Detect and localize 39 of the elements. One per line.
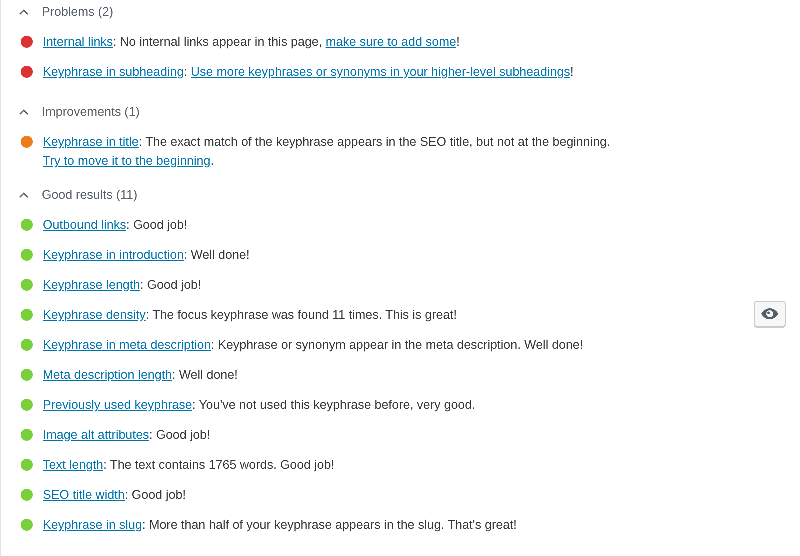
result-link[interactable]: Keyphrase in title: [43, 135, 139, 149]
result-link[interactable]: Internal links: [43, 35, 114, 49]
chevron-up-icon: [19, 192, 29, 198]
result-link[interactable]: Try to move it to the beginning: [43, 154, 211, 168]
result-text: Previously used keyphrase: You've not used this keyphrase before, very good.: [43, 397, 477, 414]
result-link[interactable]: SEO title width: [43, 488, 125, 502]
result-text: Keyphrase in slug: More than half of your keyphrase appears in the slug. That's great!: [43, 517, 518, 534]
result-link[interactable]: make sure to add some: [326, 35, 456, 49]
highlight-button[interactable]: [754, 301, 786, 327]
result-text: SEO title width: Good job!: [43, 487, 188, 504]
result-link[interactable]: Keyphrase density: [43, 308, 146, 322]
result-text: Outbound links: Good job!: [43, 217, 189, 234]
result-text: Image alt attributes: Good job!: [43, 427, 212, 444]
eye-icon: [761, 308, 779, 320]
result-link[interactable]: Keyphrase length: [43, 278, 140, 292]
result-link[interactable]: Keyphrase in slug: [43, 518, 142, 532]
result-text: Keyphrase in title: The exact match of the keyphrase appears in the SEO title, but not at the beginning. Try to move it to the beginning.: [43, 134, 612, 170]
result-link[interactable]: Image alt attributes: [43, 428, 150, 442]
result-text: Internal links: No internal links appear in this page, make sure to add some!: [43, 34, 461, 51]
section-toggle[interactable]: Good results (11): [1, 185, 138, 205]
chevron-up-icon: [19, 9, 29, 15]
result-link[interactable]: Text length: [43, 458, 104, 472]
result-text: Keyphrase length: Good job!: [43, 277, 202, 294]
result-text: Meta description length: Well done!: [43, 367, 240, 384]
result-link[interactable]: Keyphrase in meta description: [43, 338, 212, 352]
result-text: Keyphrase in meta description: Keyphrase or synonym appear in the meta description. Well done!: [43, 337, 584, 354]
result-link[interactable]: Meta description length: [43, 368, 172, 382]
result-link[interactable]: Keyphrase in introduction: [43, 248, 184, 262]
result-link[interactable]: Previously used keyphrase: [43, 398, 192, 412]
result-link[interactable]: Outbound links: [43, 218, 126, 232]
result-text: Keyphrase in introduction: Well done!: [43, 247, 251, 264]
result-text: Text length: The text contains 1765 words. Good job!: [43, 457, 336, 474]
section-toggle[interactable]: Improvements (1): [1, 102, 140, 122]
result-link[interactable]: Keyphrase in subheading: [43, 65, 184, 79]
result-text: Keyphrase in subheading: Use more keyphrases or synonyms in your higher-level subheadings!: [43, 64, 575, 81]
result-text: Keyphrase density: The focus keyphrase was found 11 times. This is great!: [43, 307, 458, 324]
result-link[interactable]: Use more keyphrases or synonyms in your higher-level subheadings: [191, 65, 570, 79]
chevron-up-icon: [19, 109, 29, 115]
section-toggle[interactable]: Problems (2): [1, 2, 114, 22]
